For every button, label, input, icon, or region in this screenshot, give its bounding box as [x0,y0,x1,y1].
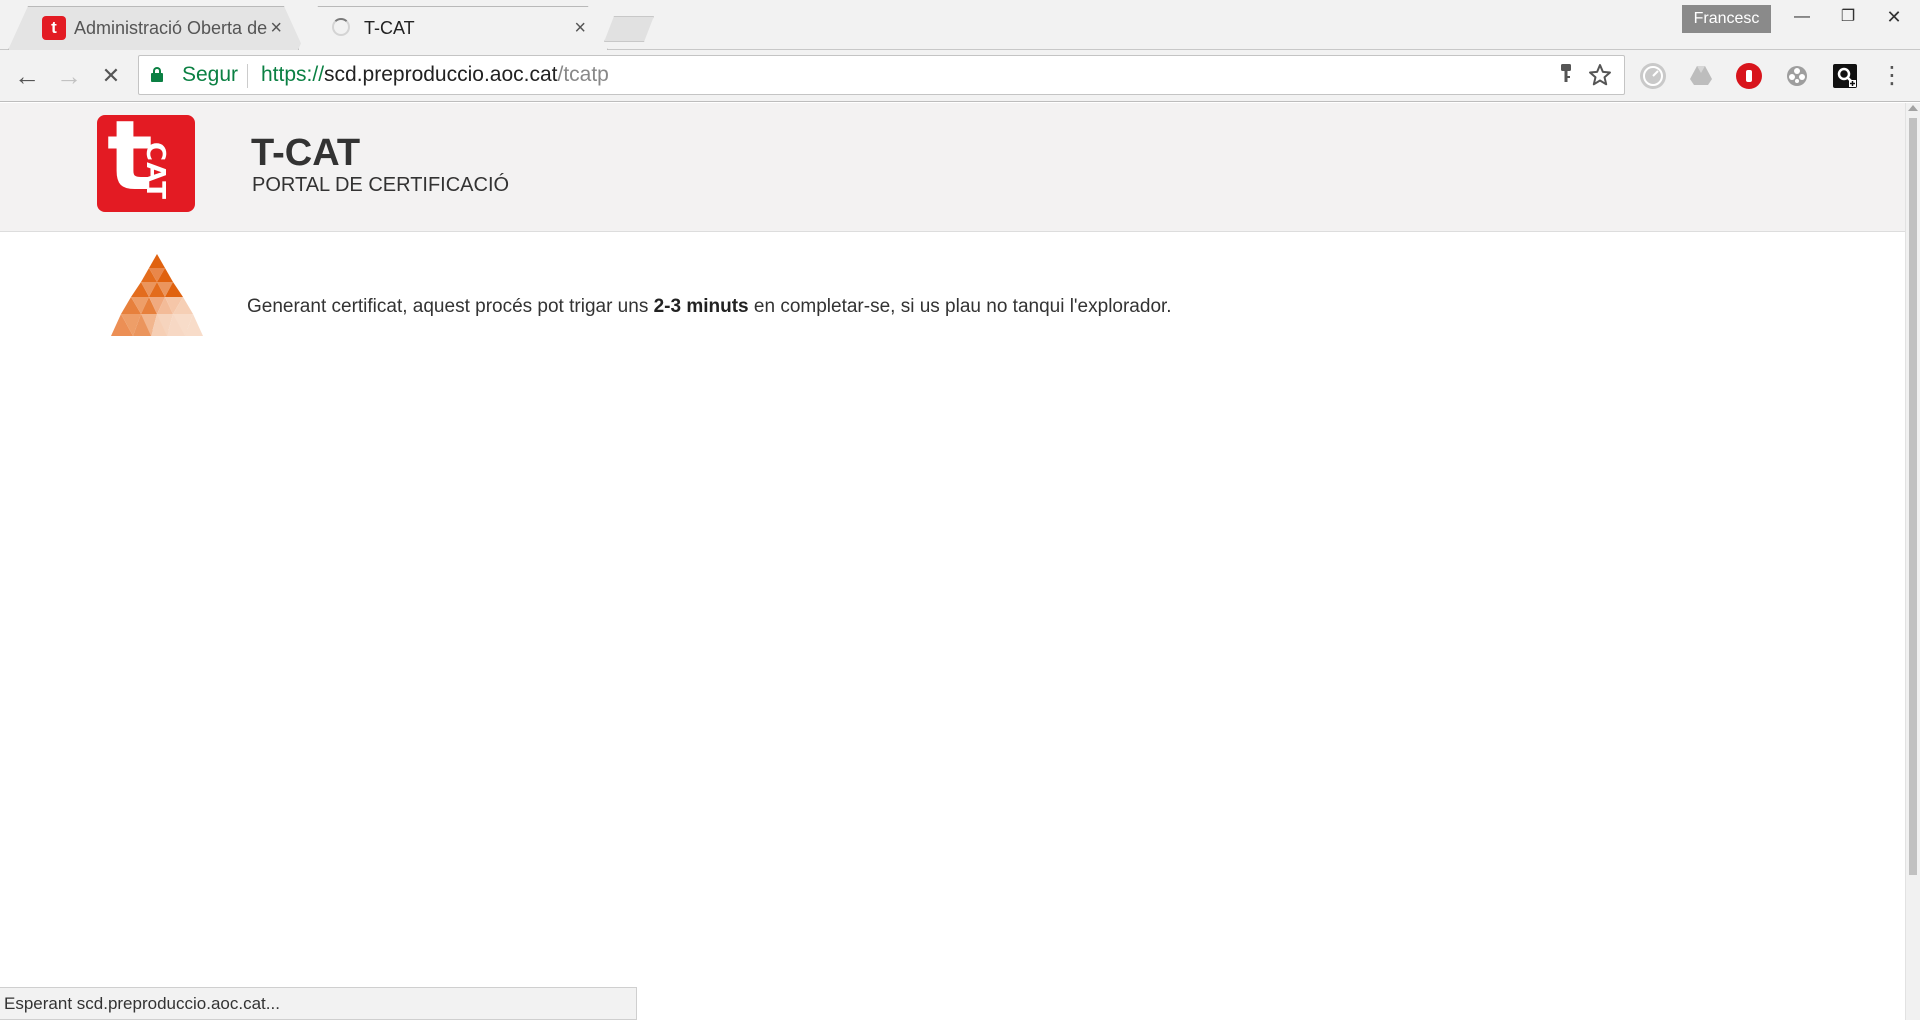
message-text: Generant certificat, aquest procés pot t… [247,296,654,317]
vertical-scrollbar[interactable] [1905,103,1920,1020]
browser-menu-button[interactable]: ⋮ [1880,61,1904,91]
logo-sub: CAT [140,142,170,200]
scroll-up-arrow-icon[interactable] [1908,105,1918,111]
lock-icon [151,67,163,82]
url-text[interactable]: https://scd.preproduccio.aoc.cat/tcatp [261,63,609,87]
tab-strip: t Administració Oberta de × T-CAT × Fran… [0,0,1920,50]
google-drive-icon[interactable] [1688,63,1714,89]
extension-search-icon[interactable] [1832,63,1858,89]
tab-close-icon[interactable]: × [574,16,586,40]
new-tab-button[interactable] [604,16,654,42]
status-message: Generant certificat, aquest procés pot t… [247,296,1172,318]
forward-button[interactable]: → [53,60,85,92]
address-bar[interactable]: Segur https://scd.preproduccio.aoc.cat/t… [138,55,1625,95]
tab-tcat[interactable]: T-CAT × [298,6,608,50]
tab-title: Administració Oberta de [74,18,268,38]
bookmark-star-icon[interactable] [1588,63,1612,92]
site-header: t CAT T-CAT PORTAL DE CERTIFICACIÓ [0,103,1905,232]
secure-label[interactable]: Segur [182,63,238,87]
extension-speed-icon[interactable] [1640,63,1666,89]
tab-administracio[interactable]: t Administració Oberta de × [8,6,304,50]
key-icon[interactable] [1558,63,1574,90]
stop-loading-button[interactable]: ✕ [95,60,127,92]
message-text-end: en completar-se, si us plau no tanqui l'… [748,296,1172,317]
browser-toolbar: ← → ✕ Segur https://scd.preproduccio.aoc… [0,50,1920,102]
tcat-logo[interactable]: t CAT [97,115,195,212]
page-title: T-CAT [251,132,361,174]
message-duration: 2-3 minuts [653,296,749,317]
close-window-button[interactable]: ✕ [1872,2,1916,32]
scroll-thumb[interactable] [1909,118,1917,875]
loading-spinner-icon [332,18,350,36]
tab-close-icon[interactable]: × [270,16,282,40]
tab-title: T-CAT [364,18,415,38]
browser-status-bar: Esperant scd.preproduccio.aoc.cat... [0,987,637,1020]
url-scheme: https:// [261,63,325,86]
url-path: /tcatp [557,63,609,86]
tcat-favicon-icon: t [42,16,66,40]
profile-button[interactable]: Francesc [1682,5,1771,33]
loading-triangle-icon [111,254,203,336]
url-host: scd.preproduccio.aoc.cat [324,63,558,86]
extension-clover-icon[interactable] [1784,63,1810,89]
adblock-icon[interactable] [1736,63,1762,89]
minimize-button[interactable]: — [1780,2,1824,32]
back-button[interactable]: ← [11,60,43,92]
restore-button[interactable]: ❐ [1826,2,1870,32]
page-subtitle: PORTAL DE CERTIFICACIÓ [252,174,510,196]
omnibox-divider [247,64,248,88]
